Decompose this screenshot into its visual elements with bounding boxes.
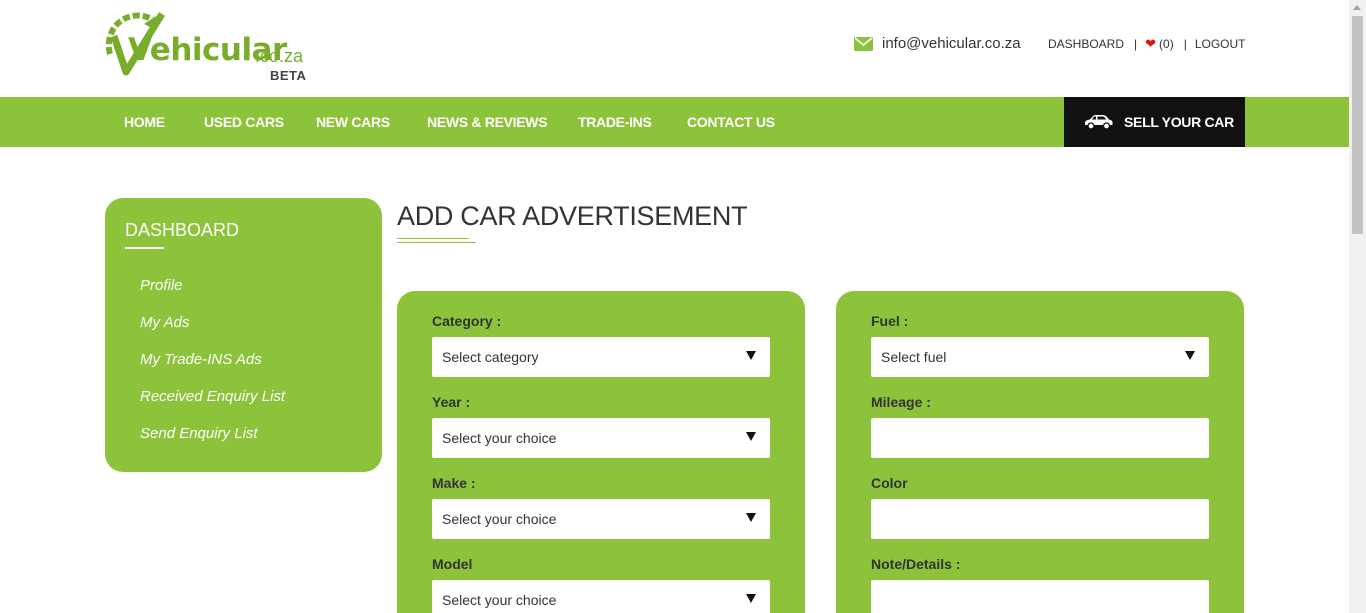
category-select-value: Select category xyxy=(442,349,539,365)
site-logo[interactable]: Vehicular .co.za BETA xyxy=(104,10,314,86)
divider: | xyxy=(1134,37,1138,51)
make-select[interactable]: Select your choice xyxy=(432,499,770,539)
fuel-label: Fuel : xyxy=(871,313,909,329)
car-icon xyxy=(1085,115,1113,130)
chevron-down-icon xyxy=(746,351,756,360)
model-label: Model xyxy=(432,556,473,572)
chevron-down-icon xyxy=(1185,351,1195,360)
contact-email[interactable]: info@vehicular.co.za xyxy=(882,35,1021,52)
nav-news-reviews[interactable]: NEWS & REVIEWS xyxy=(427,114,548,130)
sell-your-car-label: SELL YOUR CAR xyxy=(1124,114,1234,130)
envelope-icon xyxy=(854,36,873,51)
divider: | xyxy=(1183,37,1187,51)
sidebar-item-my-trade-ins-ads[interactable]: My Trade-INS Ads xyxy=(140,351,262,368)
model-select-value: Select your choice xyxy=(442,592,557,608)
fuel-select-value: Select fuel xyxy=(881,349,947,365)
note-details-label: Note/Details : xyxy=(871,556,961,572)
nav-new-cars[interactable]: NEW CARS xyxy=(316,114,390,130)
nav-used-cars[interactable]: USED CARS xyxy=(204,114,284,130)
color-label: Color xyxy=(871,475,908,491)
top-links: DASHBOARD | ❤ (0) | LOGOUT xyxy=(1048,36,1246,52)
nav-contact-us[interactable]: CONTACT US xyxy=(687,114,775,130)
page-scrollbar[interactable] xyxy=(1349,0,1366,613)
chevron-down-icon xyxy=(746,513,756,522)
year-select[interactable]: Select your choice xyxy=(432,418,770,458)
category-select[interactable]: Select category xyxy=(432,337,770,377)
logo-domain-text: .co.za xyxy=(255,46,304,66)
logo-beta-badge: BETA xyxy=(270,68,307,83)
sell-your-car-button[interactable]: SELL YOUR CAR xyxy=(1064,97,1245,147)
chevron-down-icon xyxy=(746,594,756,603)
ad-form-right-panel: Fuel : Select fuel Mileage : Color Note/… xyxy=(836,291,1244,613)
year-label: Year : xyxy=(432,394,471,410)
contact-email-block: info@vehicular.co.za xyxy=(854,35,1021,52)
note-details-input[interactable] xyxy=(871,580,1209,613)
nav-home[interactable]: HOME xyxy=(124,114,165,130)
title-underline xyxy=(397,242,476,243)
sidebar-item-my-ads[interactable]: My Ads xyxy=(140,314,189,331)
main-nav: HOME USED CARS NEW CARS NEWS & REVIEWS T… xyxy=(0,97,1349,147)
mileage-label: Mileage : xyxy=(871,394,931,410)
make-label: Make : xyxy=(432,475,476,491)
year-select-value: Select your choice xyxy=(442,430,557,446)
dashboard-sidebar: DASHBOARD Profile My Ads My Trade-INS Ad… xyxy=(105,198,382,472)
sidebar-item-send-enquiry-list[interactable]: Send Enquiry List xyxy=(140,425,258,442)
heart-icon[interactable]: ❤ xyxy=(1145,36,1156,52)
mileage-input[interactable] xyxy=(871,418,1209,458)
make-select-value: Select your choice xyxy=(442,511,557,527)
title-underline xyxy=(397,238,469,239)
sidebar-title-underline xyxy=(125,247,164,249)
nav-trade-ins[interactable]: TRADE-INS xyxy=(578,114,652,130)
dashboard-link[interactable]: DASHBOARD xyxy=(1048,37,1124,51)
scrollbar-thumb[interactable] xyxy=(1352,16,1363,234)
page: Vehicular .co.za BETA info@vehicular.co.… xyxy=(0,0,1366,613)
chevron-down-icon xyxy=(746,432,756,441)
sidebar-title: DASHBOARD xyxy=(125,220,240,240)
color-input[interactable] xyxy=(871,499,1209,539)
logout-link[interactable]: LOGOUT xyxy=(1195,37,1246,51)
sidebar-item-profile[interactable]: Profile xyxy=(140,277,183,294)
sidebar-item-received-enquiry-list[interactable]: Received Enquiry List xyxy=(140,388,285,405)
scroll-up-arrow-icon[interactable] xyxy=(1353,5,1361,10)
category-label: Category : xyxy=(432,313,502,329)
ad-form-left-panel: Category : Select category Year : Select… xyxy=(397,291,805,613)
fuel-select[interactable]: Select fuel xyxy=(871,337,1209,377)
page-title: ADD CAR ADVERTISEMENT xyxy=(397,201,748,231)
favorites-count[interactable]: (0) xyxy=(1159,37,1174,51)
model-select[interactable]: Select your choice xyxy=(432,580,770,613)
